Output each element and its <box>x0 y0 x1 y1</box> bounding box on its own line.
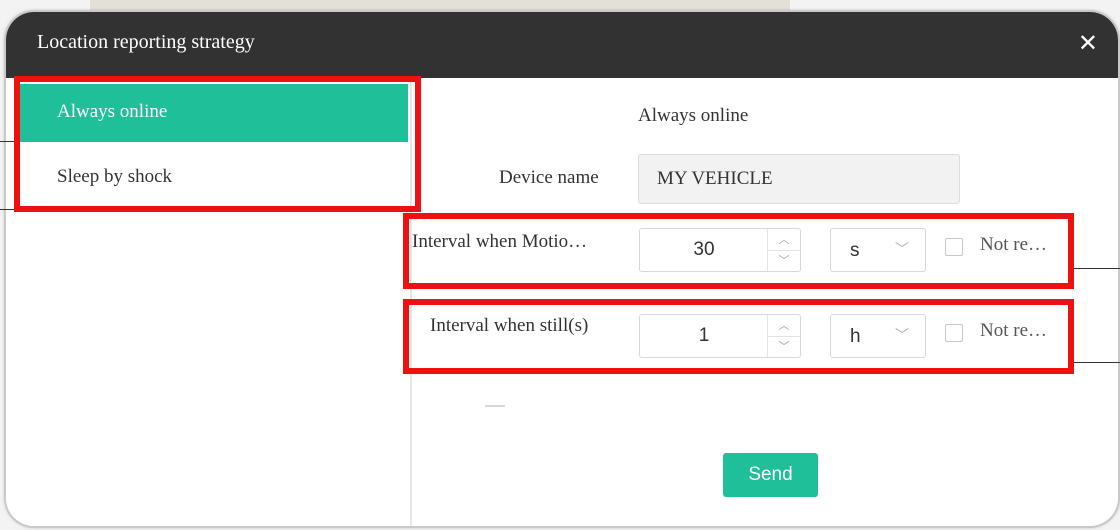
decrement-icon[interactable]: ﹀ <box>768 250 800 271</box>
motion-interval-stepper[interactable]: 30 ︿ ﹀ <box>639 228 801 272</box>
leader-line <box>0 141 14 142</box>
leader-line <box>1074 268 1120 269</box>
leader-line <box>0 209 14 210</box>
motion-not-report-label[interactable]: Not re… <box>980 234 1047 256</box>
strategy-sidebar: Always online Sleep by shock <box>6 78 412 526</box>
sidebar-item-label: Sleep by shock <box>57 166 173 187</box>
still-interval-value[interactable]: 1 <box>640 315 768 357</box>
still-interval-stepper[interactable]: 1 ︿ ﹀ <box>639 314 801 358</box>
divider-dash <box>485 405 505 407</box>
motion-interval-label: Interval when Motio… <box>412 231 588 252</box>
sidebar-item-sleep-by-shock[interactable]: Sleep by shock <box>20 149 408 207</box>
background-stripe <box>90 0 790 10</box>
dialog-titlebar: Location reporting strategy ✕ <box>6 12 1118 78</box>
device-name-field[interactable] <box>638 154 960 204</box>
chevron-down-icon: ﹀ <box>895 328 909 344</box>
chevron-down-icon: ﹀ <box>895 242 909 258</box>
send-button[interactable]: Send <box>723 453 818 497</box>
close-icon[interactable]: ✕ <box>1078 31 1098 55</box>
location-strategy-dialog: Location reporting strategy ✕ Always onl… <box>6 12 1118 526</box>
sidebar-item-always-online[interactable]: Always online <box>20 84 408 142</box>
dialog-title: Location reporting strategy <box>37 31 255 53</box>
device-name-label: Device name <box>499 167 599 188</box>
still-unit-select[interactable]: h ﹀ <box>830 314 926 358</box>
leader-line <box>1074 362 1120 363</box>
form-heading: Always online <box>638 105 749 126</box>
increment-icon[interactable]: ︿ <box>768 315 800 337</box>
stepper-arrows: ︿ ﹀ <box>767 315 800 357</box>
motion-not-report-checkbox[interactable] <box>945 238 963 256</box>
increment-icon[interactable]: ︿ <box>768 229 800 251</box>
stepper-arrows: ︿ ﹀ <box>767 229 800 271</box>
motion-unit-select[interactable]: s ﹀ <box>830 228 926 272</box>
decrement-icon[interactable]: ﹀ <box>768 336 800 357</box>
still-interval-label: Interval when still(s) <box>430 315 589 336</box>
motion-interval-value[interactable]: 30 <box>640 229 768 271</box>
still-not-report-label[interactable]: Not re… <box>980 320 1047 342</box>
sidebar-item-label: Always online <box>57 101 168 122</box>
still-not-report-checkbox[interactable] <box>945 324 963 342</box>
motion-unit-value: s <box>850 240 860 261</box>
still-unit-value: h <box>850 326 861 347</box>
